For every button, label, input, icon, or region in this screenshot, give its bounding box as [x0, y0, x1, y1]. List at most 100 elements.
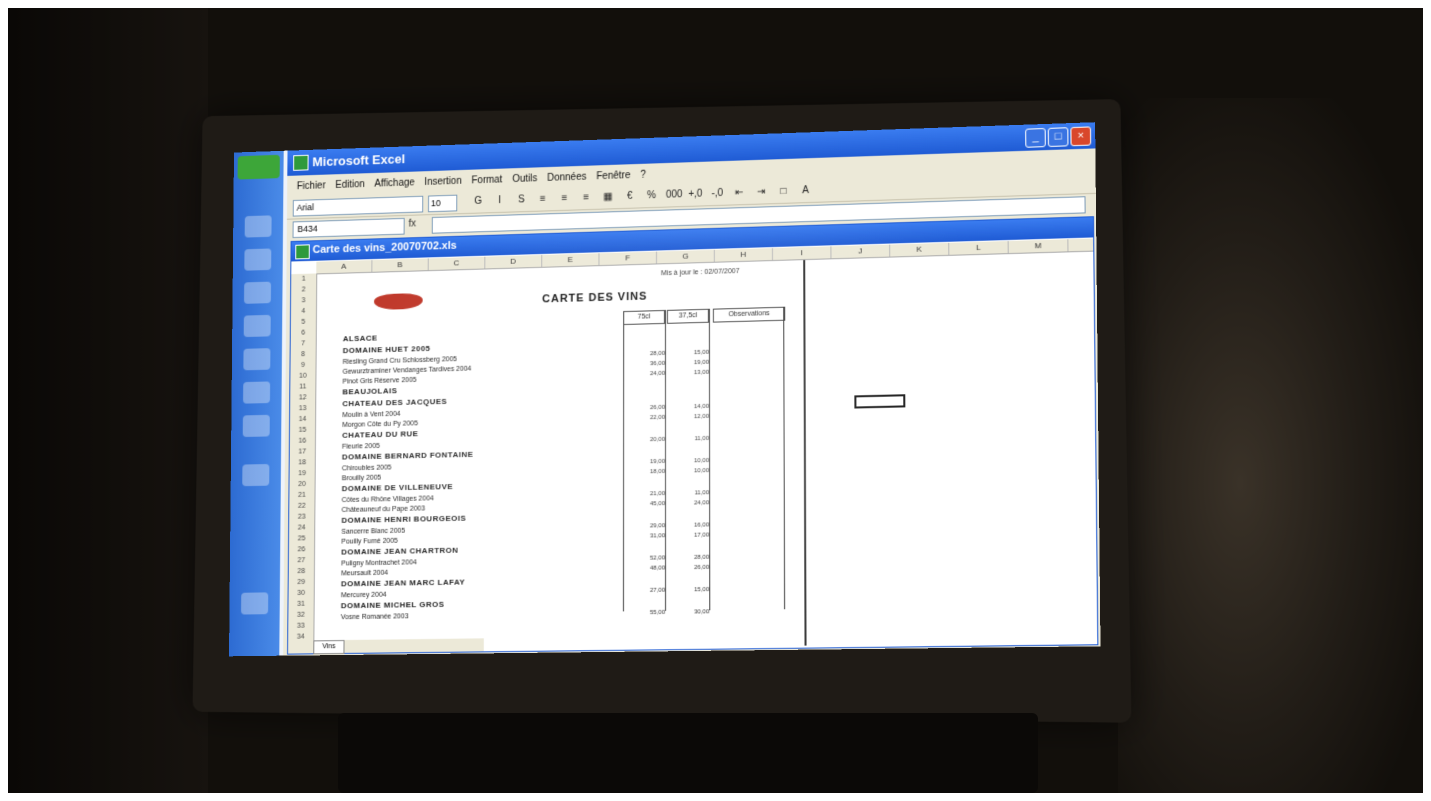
- row-header[interactable]: 26: [289, 544, 314, 555]
- row-header[interactable]: 13: [290, 403, 315, 414]
- row-header[interactable]: 10: [290, 371, 315, 382]
- row-header[interactable]: 21: [289, 490, 314, 501]
- sheet-tab[interactable]: Vins: [313, 640, 345, 655]
- word-icon[interactable]: [243, 348, 271, 371]
- row-header[interactable]: 25: [289, 533, 314, 544]
- row-header[interactable]: 17: [290, 446, 315, 457]
- row-header[interactable]: 2: [291, 284, 316, 295]
- media-icon[interactable]: [243, 314, 271, 338]
- minimize-button[interactable]: _: [1025, 127, 1046, 148]
- menu-item[interactable]: Outils: [512, 169, 537, 190]
- row-header[interactable]: 4: [291, 306, 316, 317]
- window-icon[interactable]: [243, 381, 271, 404]
- clock-icon[interactable]: [241, 592, 269, 615]
- toolbar-button[interactable]: +,0: [688, 187, 703, 202]
- maximize-button[interactable]: □: [1047, 127, 1069, 148]
- computer-icon[interactable]: [244, 248, 272, 271]
- column-header[interactable]: J: [831, 244, 891, 259]
- column-header[interactable]: D: [485, 254, 543, 269]
- row-header[interactable]: 16: [290, 435, 315, 446]
- row-header[interactable]: 33: [288, 621, 313, 632]
- toolbar-button[interactable]: ⇤: [732, 185, 747, 200]
- column-header[interactable]: H: [714, 248, 773, 262]
- price-37cl: 17,00: [694, 532, 710, 539]
- toolbar-button[interactable]: S: [514, 192, 529, 207]
- row-header[interactable]: 24: [289, 522, 314, 533]
- price-75cl: 18,00: [649, 468, 665, 476]
- tray-icon[interactable]: [242, 463, 270, 487]
- row-header[interactable]: 3: [291, 295, 316, 306]
- row-header[interactable]: 23: [289, 511, 314, 522]
- row-header[interactable]: 7: [291, 338, 316, 349]
- toolbar-button[interactable]: ≡: [557, 191, 572, 206]
- column-header[interactable]: G: [656, 249, 715, 264]
- column-header[interactable]: L: [949, 240, 1009, 255]
- menu-item[interactable]: Insertion: [424, 172, 461, 193]
- wine-name: Châteauneuf du Pape 2003: [341, 505, 426, 514]
- menu-item[interactable]: Données: [547, 168, 586, 189]
- explorer-icon[interactable]: [242, 414, 270, 438]
- row-header[interactable]: 29: [289, 577, 314, 588]
- font-size-select[interactable]: 10: [428, 194, 458, 213]
- menu-item[interactable]: Format: [471, 171, 502, 192]
- row-header[interactable]: 11: [290, 381, 315, 392]
- toolbar-button[interactable]: -,0: [710, 186, 725, 201]
- network-icon[interactable]: [243, 281, 272, 304]
- background-left: [8, 8, 208, 793]
- toolbar-button[interactable]: %: [644, 188, 659, 203]
- row-header[interactable]: 6: [291, 327, 316, 338]
- menu-item[interactable]: Edition: [335, 175, 365, 195]
- active-cell[interactable]: [854, 394, 906, 409]
- column-header[interactable]: B: [372, 258, 429, 272]
- menu-item[interactable]: ?: [640, 166, 646, 186]
- price-37cl: 28,00: [694, 554, 710, 561]
- row-header[interactable]: 8: [291, 349, 316, 360]
- start-button[interactable]: [237, 154, 280, 180]
- column-header[interactable]: E: [542, 253, 600, 267]
- toolbar-button[interactable]: 000: [666, 187, 683, 202]
- wine-producer: BEAUJOLAIS: [342, 386, 398, 397]
- close-button[interactable]: ×: [1070, 126, 1092, 147]
- row-header[interactable]: 9: [290, 360, 315, 371]
- toolbar-button[interactable]: □: [776, 184, 791, 199]
- folder-icon[interactable]: [244, 215, 272, 238]
- wine-name: Mercurey 2004: [340, 591, 387, 600]
- toolbar-button[interactable]: I: [492, 193, 507, 208]
- row-header[interactable]: 1: [291, 273, 316, 284]
- toolbar-button[interactable]: €: [622, 189, 637, 204]
- menu-item[interactable]: Fichier: [297, 177, 326, 197]
- row-header[interactable]: 31: [288, 599, 313, 610]
- column-header[interactable]: M: [1008, 239, 1069, 254]
- row-header[interactable]: 28: [289, 566, 314, 577]
- row-header[interactable]: 19: [290, 468, 315, 479]
- toolbar-button[interactable]: ⇥: [754, 184, 769, 199]
- menu-item[interactable]: Fenêtre: [596, 166, 630, 187]
- row-header[interactable]: 14: [290, 414, 315, 425]
- spreadsheet-page[interactable]: Mis à jour le : 02/07/2007 CARTE DES VIN…: [315, 260, 793, 652]
- column-header[interactable]: I: [772, 246, 832, 261]
- row-header[interactable]: 12: [290, 392, 315, 403]
- name-box[interactable]: B434: [292, 217, 405, 239]
- price-75cl: 27,00: [649, 587, 666, 594]
- row-header[interactable]: 20: [289, 479, 314, 490]
- toolbar-button[interactable]: G: [471, 194, 486, 209]
- toolbar-button[interactable]: ▦: [601, 189, 616, 204]
- row-header[interactable]: 15: [290, 425, 315, 436]
- column-header[interactable]: K: [890, 242, 950, 257]
- row-header[interactable]: 5: [291, 317, 316, 328]
- column-header[interactable]: F: [599, 251, 657, 266]
- row-header[interactable]: 27: [289, 555, 314, 566]
- menu-item[interactable]: Affichage: [374, 174, 414, 195]
- row-header[interactable]: 32: [288, 610, 313, 621]
- toolbar-button[interactable]: ≡: [536, 192, 551, 207]
- row-header[interactable]: 18: [290, 457, 315, 468]
- column-header[interactable]: A: [316, 260, 373, 274]
- row-header[interactable]: 30: [289, 588, 314, 599]
- toolbar-button[interactable]: ≡: [579, 190, 594, 205]
- font-select[interactable]: Arial: [292, 195, 424, 217]
- price-37cl: 12,00: [693, 413, 710, 421]
- row-header[interactable]: 22: [289, 501, 314, 512]
- toolbar-button[interactable]: A: [798, 183, 813, 198]
- wine-name: Pouilly Fumé 2005: [341, 537, 398, 546]
- column-header[interactable]: C: [428, 256, 486, 271]
